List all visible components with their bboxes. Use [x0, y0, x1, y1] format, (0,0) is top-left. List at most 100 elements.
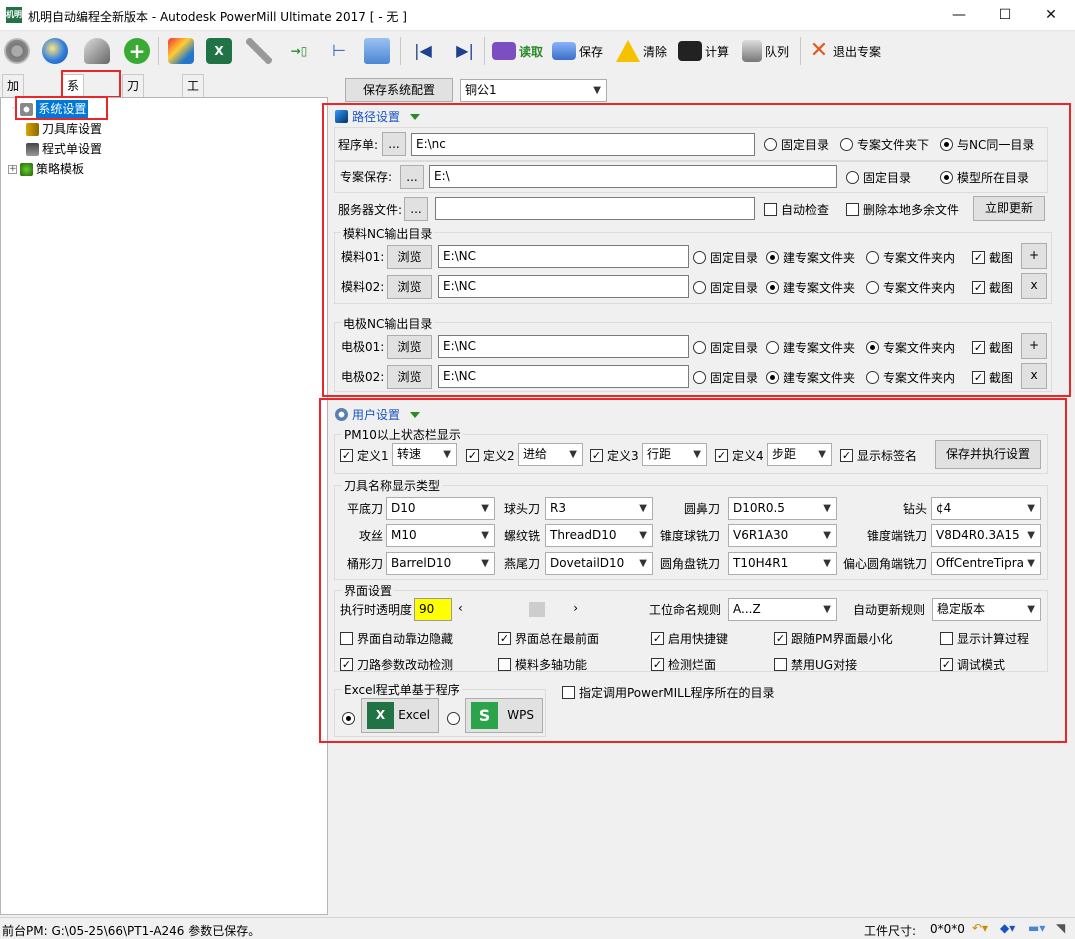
globe-icon[interactable] [42, 38, 68, 64]
tree-item-program-sheet[interactable]: 程式单设置 [26, 140, 102, 158]
nc-path-input[interactable]: E:\NC [438, 245, 689, 268]
update-now-button[interactable]: 立即更新 [973, 196, 1045, 221]
prog-opt-project[interactable]: 专案文件夹下 [840, 136, 929, 152]
browse-server-button[interactable]: ... [404, 197, 428, 221]
exit-project-button[interactable]: ✕ 退出专案 [808, 35, 881, 67]
auto-check-checkbox[interactable]: 自动检查 [764, 201, 829, 217]
def-select[interactable]: 转速 ▼ [392, 443, 457, 466]
last-icon[interactable]: ▶| [452, 38, 478, 64]
nc-opt-radio[interactable]: 专案文件夹内 [866, 369, 955, 385]
excel-radio[interactable] [342, 710, 355, 726]
def-select[interactable]: 行距 ▼ [642, 443, 707, 466]
calc-button[interactable]: 计算 [678, 35, 729, 67]
def-select[interactable]: 步距 ▼ [767, 443, 832, 466]
path-settings-header[interactable]: 路径设置 [335, 108, 421, 125]
nc-row-action-button[interactable]: + [1021, 333, 1047, 359]
tool-type-select[interactable]: ¢4 ▼ [931, 497, 1041, 520]
ui-option-checkbox[interactable]: ✓ 启用快捷键 [651, 630, 728, 646]
pm-dir-checkbox[interactable]: 指定调用PowerMILL程序所在的目录 [562, 684, 775, 700]
excel-icon[interactable]: X [206, 38, 232, 64]
tree-item-strategy-template[interactable]: + 策略模板 [8, 160, 84, 178]
cube-icon[interactable]: ◆▾ [1000, 921, 1015, 935]
tab-machining-params[interactable]: 加工参数 [2, 74, 25, 159]
queue-button[interactable]: 队列 [742, 35, 789, 67]
close-button[interactable]: ✕ [1028, 0, 1074, 31]
save-config-button[interactable]: 保存系统配置 [345, 78, 453, 102]
minimize-button[interactable]: — [936, 0, 982, 31]
ui-option-checkbox[interactable]: 显示计算过程 [940, 630, 1029, 646]
def-select[interactable]: 进给 ▼ [518, 443, 583, 466]
nc-browse-button[interactable]: 浏览 [387, 335, 432, 359]
nc-opt-radio[interactable]: 固定目录 [693, 249, 758, 265]
naming-select[interactable]: A...Z ▼ [728, 598, 837, 621]
tool-type-select[interactable]: OffCentreTipra ▼ [931, 552, 1041, 575]
save-execute-button[interactable]: 保存并执行设置 [935, 440, 1041, 469]
nc-browse-button[interactable]: 浏览 [387, 275, 432, 299]
nc-opt-radio[interactable]: 专案文件夹内 [866, 339, 955, 355]
chevron-left-icon[interactable]: ‹ [458, 601, 463, 615]
browse-program-button[interactable]: ... [382, 132, 406, 156]
nc-path-input[interactable]: E:\NC [438, 335, 689, 358]
opacity-input[interactable]: 90 [414, 598, 452, 621]
nc-opt-radio[interactable]: 固定目录 [693, 369, 758, 385]
program-path-input[interactable]: E:\nc [411, 133, 755, 156]
nc-opt-radio[interactable]: 建专案文件夹 [766, 249, 855, 265]
undo-icon[interactable]: ↶▾ [972, 921, 988, 935]
wrench-icon[interactable] [246, 38, 272, 64]
first-icon[interactable]: |◀ [410, 38, 436, 64]
nc-opt-radio[interactable]: 建专案文件夹 [766, 339, 855, 355]
ui-option-checkbox[interactable]: 界面自动靠边隐藏 [340, 630, 453, 646]
wps-radio[interactable] [447, 710, 460, 726]
nc-opt-radio[interactable]: 专案文件夹内 [866, 279, 955, 295]
ui-option-checkbox[interactable]: ✓ 界面总在最前面 [498, 630, 599, 646]
def-checkbox[interactable]: ✓ 定义3 [590, 447, 639, 463]
proj-opt-model[interactable]: 模型所在目录 [940, 169, 1029, 185]
nc-opt-radio[interactable]: 固定目录 [693, 279, 758, 295]
wps-button[interactable]: S WPS [465, 698, 543, 733]
ui-option-checkbox[interactable]: ✓ 调试模式 [940, 656, 1005, 672]
ui-option-checkbox[interactable]: ✓ 刀路参数改动检测 [340, 656, 453, 672]
prog-opt-nc[interactable]: 与NC同一目录 [940, 136, 1034, 152]
add-icon[interactable]: + [124, 38, 150, 64]
ui-option-checkbox[interactable]: ✓ 检测烂面 [651, 656, 716, 672]
maximize-button[interactable]: ☐ [982, 0, 1028, 31]
ui-option-checkbox[interactable]: 禁用UG对接 [774, 656, 857, 672]
save-button[interactable]: 保存 [552, 35, 603, 67]
nc-snap-checkbox[interactable]: ✓ 截图 [972, 279, 1013, 295]
clear-button[interactable]: 清除 [616, 35, 667, 67]
nc-snap-checkbox[interactable]: ✓ 截图 [972, 369, 1013, 385]
nc-opt-radio[interactable]: 固定目录 [693, 339, 758, 355]
browse-project-button[interactable]: ... [400, 165, 424, 189]
user-settings-header[interactable]: 用户设置 [335, 406, 421, 423]
delete-local-checkbox[interactable]: 删除本地多余文件 [846, 201, 959, 217]
prog-opt-fixed[interactable]: 固定目录 [764, 136, 829, 152]
update-rule-select[interactable]: 稳定版本 ▼ [932, 598, 1041, 621]
slider-thumb[interactable] [528, 602, 545, 617]
gear-icon[interactable] [4, 38, 30, 64]
tool-holder-icon[interactable] [84, 38, 110, 64]
import-icon[interactable]: →▯ [286, 38, 312, 64]
powermill-icon[interactable] [168, 38, 194, 64]
def-checkbox[interactable]: ✓ 定义1 [340, 447, 389, 463]
tree-icon[interactable]: ⊢ [326, 38, 352, 64]
more-icon[interactable]: ◥ [1056, 921, 1065, 935]
nc-opt-radio[interactable]: 建专案文件夹 [766, 279, 855, 295]
opacity-slider[interactable]: ‹ › [456, 601, 584, 618]
nc-snap-checkbox[interactable]: ✓ 截图 [972, 339, 1013, 355]
excel-button[interactable]: X Excel [361, 698, 439, 733]
tool-type-select[interactable]: V6R1A30 ▼ [728, 524, 837, 547]
folder-icon[interactable] [364, 38, 390, 64]
proj-opt-fixed[interactable]: 固定目录 [846, 169, 911, 185]
tree-item-tool-library[interactable]: 刀具库设置 [26, 120, 102, 138]
chevron-right-icon[interactable]: › [573, 601, 578, 615]
tool-type-select[interactable]: D10R0.5 ▼ [728, 497, 837, 520]
nc-row-action-button[interactable]: x [1021, 273, 1047, 299]
nc-opt-radio[interactable]: 建专案文件夹 [766, 369, 855, 385]
tab-toolpath-template[interactable]: 刀路模板 [122, 74, 145, 159]
ui-option-checkbox[interactable]: ✓ 跟随PM界面最小化 [774, 630, 893, 646]
nc-browse-button[interactable]: 浏览 [387, 245, 432, 269]
nc-row-action-button[interactable]: + [1021, 243, 1047, 269]
project-path-input[interactable]: E:\ [429, 165, 837, 188]
nc-path-input[interactable]: E:\NC [438, 365, 689, 388]
def-checkbox[interactable]: ✓ 定义4 [715, 447, 764, 463]
